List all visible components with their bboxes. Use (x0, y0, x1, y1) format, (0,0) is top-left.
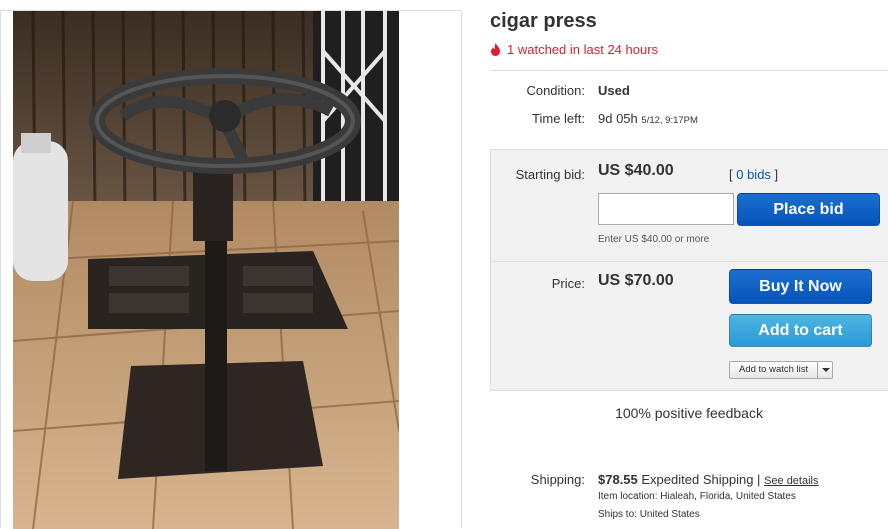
buy-it-now-button[interactable]: Buy It Now (729, 269, 872, 304)
condition-label: Condition: (526, 83, 585, 98)
starting-bid-price: US $40.00 (598, 162, 674, 179)
watch-alert: 1 watched in last 24 hours (490, 42, 658, 57)
item-location: Item location: Hialeah, Florida, United … (598, 491, 796, 502)
ships-to-value: United States (639, 509, 700, 520)
bid-hint: Enter US $40.00 or more (598, 234, 710, 245)
shipping-method: Expedited Shipping (641, 472, 754, 487)
time-left: 9d 05h 5/12, 9:17PM (598, 111, 698, 126)
product-image[interactable] (13, 11, 399, 529)
price-label: Price: (551, 276, 585, 291)
item-title: cigar press (490, 10, 597, 32)
chevron-down-icon[interactable] (818, 362, 832, 378)
shipping-label: Shipping: (530, 472, 585, 487)
add-to-cart-button[interactable]: Add to cart (729, 314, 872, 347)
shipping-cost: $78.55 (598, 472, 638, 487)
seller-feedback: 100% positive feedback (490, 390, 888, 437)
bids-link[interactable]: 0 bids (736, 167, 771, 182)
time-left-end: 5/12, 9:17PM (641, 115, 698, 126)
bid-count-close: ] (770, 167, 779, 182)
starting-bid-label: Starting bid: (515, 167, 585, 182)
time-left-value: 9d 05h (598, 111, 638, 126)
ships-to: Ships to: United States (598, 509, 700, 520)
condition-value: Used (598, 83, 630, 98)
item-location-label: Item location: (598, 491, 658, 502)
watch-alert-text: 1 watched in last 24 hours (507, 42, 659, 57)
time-left-label: Time left: (532, 111, 585, 126)
product-image-frame (0, 10, 462, 529)
buy-price: US $70.00 (598, 272, 674, 289)
shipping-info: $78.55 Expedited Shipping | See details (598, 472, 819, 487)
place-bid-button[interactable]: Place bid (737, 193, 880, 226)
ships-to-label: Ships to: (598, 509, 637, 520)
bid-amount-input[interactable] (598, 193, 734, 225)
divider (490, 70, 888, 71)
watch-list-control: Add to watch list (729, 361, 834, 379)
see-details-link[interactable]: See details (764, 475, 818, 487)
shipping-divider: | (757, 472, 761, 487)
add-to-watch-list-button[interactable]: Add to watch list (730, 362, 819, 378)
bid-count: [ 0 bids ] (729, 167, 778, 182)
item-location-value: Hialeah, Florida, United States (660, 491, 796, 502)
flame-icon (491, 43, 500, 56)
